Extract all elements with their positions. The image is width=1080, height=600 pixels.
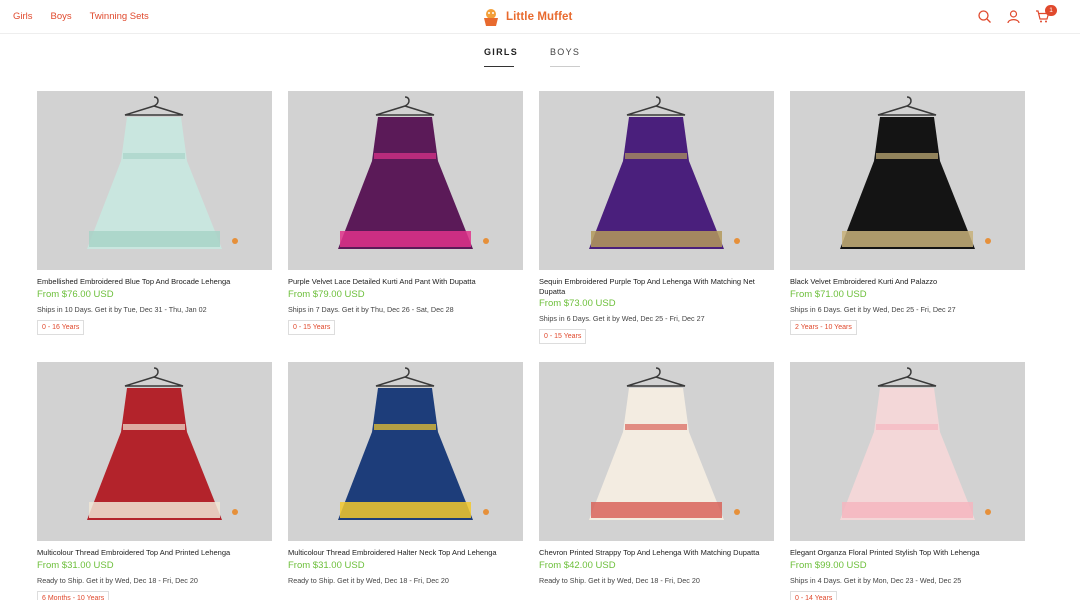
product-title[interactable]: Embellished Embroidered Blue Top And Bro… bbox=[37, 277, 272, 287]
brand-name: Little Muffet bbox=[506, 11, 573, 23]
tab-girls[interactable]: GIRLS bbox=[484, 47, 517, 67]
product-price: From $31.00 USD bbox=[37, 559, 114, 571]
product-title[interactable]: Black Velvet Embroidered Kurti And Palaz… bbox=[790, 277, 1025, 287]
product-title[interactable]: Elegant Organza Floral Printed Stylish T… bbox=[790, 548, 1025, 558]
age-range-badge: 0 - 14 Years bbox=[790, 590, 838, 600]
product-image[interactable] bbox=[539, 362, 774, 541]
muffet-logo-icon bbox=[484, 9, 498, 26]
product-price: From $71.00 USD bbox=[790, 288, 867, 300]
product-image[interactable] bbox=[288, 91, 523, 270]
product-price: From $31.00 USD bbox=[288, 559, 365, 571]
tab-boys[interactable]: BOYS bbox=[550, 47, 580, 67]
cart-icon[interactable]: 1 bbox=[1035, 5, 1057, 24]
product-title[interactable]: Purple Velvet Lace Detailed Kurti And Pa… bbox=[288, 277, 523, 287]
product-card[interactable]: Elegant Organza Floral Printed Stylish T… bbox=[790, 362, 1025, 600]
nav-twinning-sets[interactable]: Twinning Sets bbox=[90, 11, 149, 22]
age-range-badge: 0 - 15 Years bbox=[539, 329, 587, 344]
product-image[interactable] bbox=[790, 362, 1025, 541]
header-actions: 1 bbox=[977, 5, 1057, 24]
site-header: Girls Boys Twinning Sets Little Muffet 1 bbox=[0, 0, 1080, 34]
main-nav: Girls Boys Twinning Sets bbox=[13, 11, 167, 22]
nav-girls[interactable]: Girls bbox=[13, 11, 33, 22]
age-range-badge: 2 Years - 10 Years bbox=[790, 319, 857, 335]
shipping-info: Ships in 4 Days. Get it by Mon, Dec 23 -… bbox=[790, 575, 962, 585]
product-image[interactable] bbox=[288, 362, 523, 541]
product-card[interactable]: Black Velvet Embroidered Kurti And Palaz… bbox=[790, 91, 1025, 335]
brand-logo[interactable]: Little Muffet bbox=[480, 6, 572, 28]
search-icon[interactable] bbox=[977, 9, 992, 24]
product-image[interactable] bbox=[37, 362, 272, 541]
product-card[interactable]: Purple Velvet Lace Detailed Kurti And Pa… bbox=[288, 91, 523, 335]
product-price: From $79.00 USD bbox=[288, 288, 365, 300]
product-price: From $42.00 USD bbox=[539, 559, 616, 571]
product-title[interactable]: Multicolour Thread Embroidered Top And P… bbox=[37, 548, 272, 558]
product-card[interactable]: Chevron Printed Strappy Top And Lehenga … bbox=[539, 362, 774, 585]
product-price: From $73.00 USD bbox=[539, 298, 616, 309]
product-title[interactable]: Multicolour Thread Embroidered Halter Ne… bbox=[288, 548, 523, 558]
shipping-info: Ready to Ship. Get it by Wed, Dec 18 - F… bbox=[539, 575, 700, 585]
product-card[interactable]: Multicolour Thread Embroidered Halter Ne… bbox=[288, 362, 523, 585]
category-tabs: GIRLS BOYS bbox=[484, 47, 580, 67]
product-card[interactable]: Multicolour Thread Embroidered Top And P… bbox=[37, 362, 272, 600]
cart-count-badge: 1 bbox=[1045, 5, 1057, 16]
product-price: From $99.00 USD bbox=[790, 559, 867, 571]
shipping-info: Ships in 7 Days. Get it by Thu, Dec 26 -… bbox=[288, 304, 454, 314]
shipping-info: Ships in 6 Days. Get it by Wed, Dec 25 -… bbox=[790, 304, 956, 314]
shipping-info: Ships in 6 Days. Get it by Wed, Dec 25 -… bbox=[539, 314, 705, 323]
product-card[interactable]: Embellished Embroidered Blue Top And Bro… bbox=[37, 91, 272, 335]
product-card[interactable]: Sequin Embroidered Purple Top And Leheng… bbox=[539, 91, 774, 344]
product-image[interactable] bbox=[539, 91, 774, 270]
age-range-badge: 0 - 16 Years bbox=[37, 319, 85, 335]
shipping-info: Ships in 10 Days. Get it by Tue, Dec 31 … bbox=[37, 304, 207, 314]
user-icon[interactable] bbox=[1006, 9, 1021, 24]
product-price: From $76.00 USD bbox=[37, 288, 114, 300]
product-title[interactable]: Chevron Printed Strappy Top And Lehenga … bbox=[539, 548, 774, 558]
product-image[interactable] bbox=[37, 91, 272, 270]
product-title[interactable]: Sequin Embroidered Purple Top And Leheng… bbox=[539, 277, 774, 296]
nav-boys[interactable]: Boys bbox=[51, 11, 72, 22]
product-image[interactable] bbox=[790, 91, 1025, 270]
shipping-info: Ready to Ship. Get it by Wed, Dec 18 - F… bbox=[288, 575, 449, 585]
age-range-badge: 6 Months - 10 Years bbox=[37, 590, 110, 600]
shipping-info: Ready to Ship. Get it by Wed, Dec 18 - F… bbox=[37, 575, 198, 585]
age-range-badge: 0 - 15 Years bbox=[288, 319, 336, 335]
